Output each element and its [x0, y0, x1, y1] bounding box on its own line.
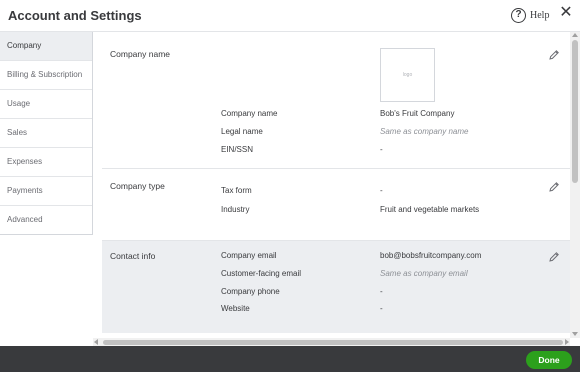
company-type-section[interactable]: Company type Tax form - Industry Fruit a…: [102, 169, 570, 241]
contact-info-section[interactable]: Contact info Company email bob@bobsfruit…: [102, 241, 570, 333]
scroll-up-arrow-icon[interactable]: [572, 33, 578, 37]
settings-content: Company name logo Company name Bob's Fru…: [93, 32, 570, 338]
field-label: Company email: [221, 251, 277, 260]
field-value: -: [380, 287, 383, 296]
horizontal-scrollbar[interactable]: [93, 338, 570, 346]
help-icon: ?: [511, 7, 526, 23]
field-value: bob@bobsfruitcompany.com: [380, 251, 482, 260]
edit-pencil-icon[interactable]: [548, 181, 560, 193]
scroll-down-arrow-icon[interactable]: [572, 332, 578, 336]
logo-placeholder-text: logo: [402, 72, 413, 78]
sidebar-item-company[interactable]: Company: [0, 32, 92, 61]
field-label: Company phone: [221, 287, 280, 296]
field-label: Company name: [221, 109, 278, 118]
section-title: Company name: [110, 49, 171, 59]
field-label: Customer-facing email: [221, 269, 302, 278]
section-title: Company type: [110, 181, 165, 191]
close-icon[interactable]: ✕: [558, 4, 574, 22]
field-value: Same as company email: [380, 269, 468, 278]
sidebar-item-payments[interactable]: Payments: [0, 177, 92, 206]
edit-pencil-icon[interactable]: [548, 49, 560, 61]
company-name-section[interactable]: Company name logo Company name Bob's Fru…: [102, 32, 570, 169]
field-label: Legal name: [221, 127, 263, 136]
sidebar-item-sales[interactable]: Sales: [0, 119, 92, 148]
field-label: Tax form: [221, 186, 252, 195]
sidebar-item-advanced[interactable]: Advanced: [0, 206, 92, 235]
help-label: Help: [530, 9, 550, 21]
dialog-title: Account and Settings: [8, 8, 142, 23]
scroll-right-arrow-icon[interactable]: [565, 339, 569, 345]
sidebar-item-billing-subscription[interactable]: Billing & Subscription: [0, 61, 92, 90]
section-title: Contact info: [110, 251, 156, 261]
settings-sidebar: Company Billing & Subscription Usage Sal…: [0, 32, 93, 235]
field-value: -: [380, 186, 383, 195]
field-value: Bob's Fruit Company: [380, 109, 455, 118]
dialog-header: Account and Settings ? Help ✕: [0, 0, 580, 32]
sidebar-item-expenses[interactable]: Expenses: [0, 148, 92, 177]
field-label: Industry: [221, 205, 250, 214]
vertical-scroll-thumb[interactable]: [572, 40, 578, 183]
field-label: Website: [221, 304, 250, 313]
field-value: Fruit and vegetable markets: [380, 205, 480, 214]
scroll-left-arrow-icon[interactable]: [94, 339, 98, 345]
sidebar-item-usage[interactable]: Usage: [0, 90, 92, 119]
field-value: -: [380, 304, 383, 313]
done-button[interactable]: Done: [526, 351, 572, 369]
company-logo-upload[interactable]: logo: [380, 48, 435, 102]
edit-pencil-icon[interactable]: [548, 251, 560, 263]
field-label: EIN/SSN: [221, 145, 254, 154]
horizontal-scroll-thumb[interactable]: [103, 340, 563, 345]
field-value: -: [380, 145, 383, 154]
help-button[interactable]: ? Help: [511, 6, 549, 24]
field-value: Same as company name: [380, 127, 469, 136]
dialog-footer: Done: [0, 346, 580, 372]
vertical-scrollbar[interactable]: [570, 32, 580, 338]
